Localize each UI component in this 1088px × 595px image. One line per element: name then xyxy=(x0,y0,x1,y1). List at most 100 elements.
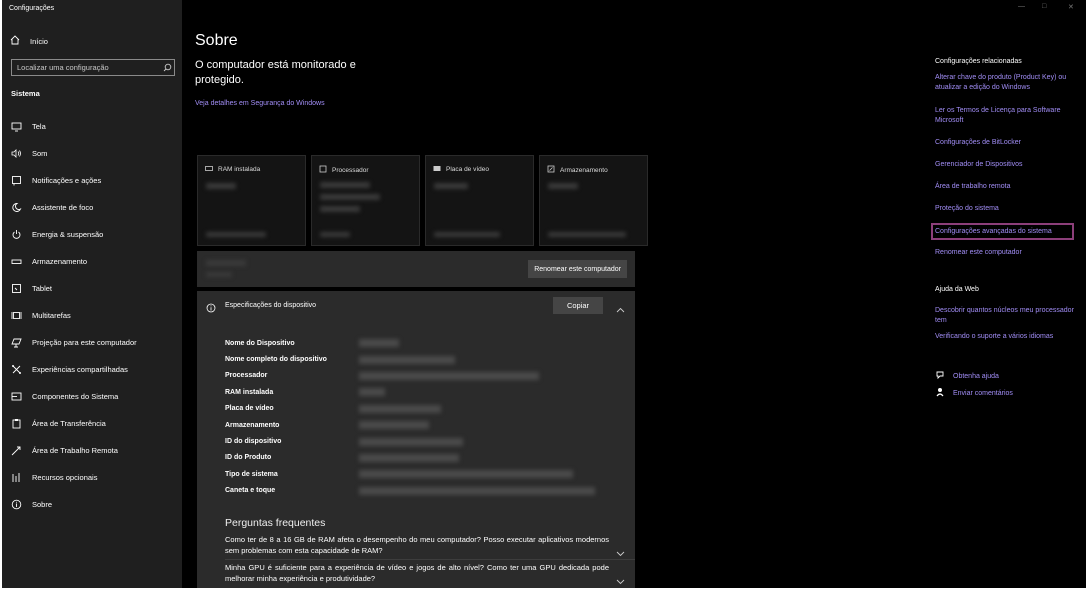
sidebar-item-experiencias[interactable]: Experiências compartilhadas xyxy=(2,356,182,383)
sidebar-item-label: Área de Trabalho Remota xyxy=(32,446,118,455)
spec-value-blurred xyxy=(359,371,539,380)
faq-question[interactable]: Como ter de 8 a 16 GB de RAM afeta o des… xyxy=(225,534,609,556)
sidebar-item-label: Multitarefas xyxy=(32,311,71,320)
ram-icon xyxy=(205,165,213,174)
spec-row: RAM instalada xyxy=(225,384,595,400)
spec-value-blurred xyxy=(359,453,459,462)
sidebar-item-tela[interactable]: Tela xyxy=(2,113,182,140)
web-help-title: Ajuda da Web xyxy=(935,286,979,293)
spec-label: RAM instalada xyxy=(225,388,274,396)
spec-row: ID do dispositivo xyxy=(225,433,595,449)
copy-button[interactable]: Copiar xyxy=(553,297,603,314)
info-icon xyxy=(206,300,216,318)
sidebar-item-som[interactable]: Som xyxy=(2,140,182,167)
specs-title: Especificações do dispositivo xyxy=(225,302,317,309)
get-help-link[interactable]: Obtenha ajuda xyxy=(935,370,999,382)
device-specs-panel: Especificações do dispositivo Copiar Nom… xyxy=(197,291,635,511)
spec-value-blurred xyxy=(359,437,463,446)
link-cores[interactable]: Descobrir quantos núcleos meu processado… xyxy=(935,306,1075,326)
home-label: Início xyxy=(30,36,48,46)
spec-row: Tipo de sistema xyxy=(225,466,595,482)
specs-header[interactable]: Especificações do dispositivo Copiar xyxy=(197,291,635,321)
spec-row: Placa de vídeo xyxy=(225,401,595,417)
gpu-icon xyxy=(433,165,441,174)
chevron-down-icon[interactable] xyxy=(616,572,625,588)
security-link[interactable]: Veja detalhes em Segurança do Windows xyxy=(195,100,325,107)
home-link[interactable]: Início xyxy=(10,35,48,47)
sidebar-item-label: Armazenamento xyxy=(32,257,88,266)
link-bitlocker[interactable]: Configurações de BitLocker xyxy=(935,138,1075,148)
minimize-icon[interactable]: — xyxy=(1018,3,1025,10)
sidebar-item-projecao[interactable]: Projeção para este computador xyxy=(2,329,182,356)
feedback-link[interactable]: Enviar comentários xyxy=(935,387,1013,399)
link-system-protection[interactable]: Proteção do sistema xyxy=(935,204,1075,214)
monitor-icon xyxy=(10,121,22,133)
faq-title: Perguntas frequentes xyxy=(225,517,326,529)
spec-value-blurred xyxy=(359,339,399,348)
search-icon[interactable] xyxy=(160,63,174,72)
help-label: Obtenha ajuda xyxy=(953,372,999,380)
app-title: Configurações xyxy=(9,5,55,12)
spec-label: Caneta e toque xyxy=(225,487,276,495)
sidebar-item-transferencia[interactable]: Área de Transferência xyxy=(2,410,182,437)
sidebar-item-label: Energia & suspensão xyxy=(32,230,104,239)
sidebar-item-multitarefas[interactable]: Multitarefas xyxy=(2,302,182,329)
power-icon xyxy=(10,229,22,241)
speaker-icon xyxy=(10,148,22,160)
spec-value-blurred xyxy=(359,421,429,430)
link-product-key[interactable]: Alterar chave do produto (Product Key) o… xyxy=(935,73,1075,93)
card-armazenamento: Armazenamento xyxy=(539,155,648,246)
section-title: Sistema xyxy=(11,89,40,98)
link-languages[interactable]: Verificando o suporte a vários idiomas xyxy=(935,332,1075,342)
search-input[interactable] xyxy=(12,63,160,72)
close-icon[interactable]: ✕ xyxy=(1068,3,1074,11)
link-remote-desktop[interactable]: Área de trabalho remota xyxy=(935,182,1075,192)
sidebar-item-remota[interactable]: Área de Trabalho Remota xyxy=(2,437,182,464)
sidebar-item-armazenamento[interactable]: Armazenamento xyxy=(2,248,182,275)
chevron-up-icon[interactable] xyxy=(616,300,625,318)
help-icon xyxy=(935,370,945,382)
spec-value-blurred xyxy=(359,470,573,479)
card-label: Placa de vídeo xyxy=(446,166,490,173)
spec-row: Nome do Dispositivo xyxy=(225,335,595,351)
sidebar-item-foco[interactable]: Assistente de foco xyxy=(2,194,182,221)
link-device-manager[interactable]: Gerenciador de Dispositivos xyxy=(935,160,1075,170)
clipboard-icon xyxy=(10,418,22,430)
device-name-blurred xyxy=(206,260,246,266)
maximize-icon[interactable]: □ xyxy=(1042,3,1046,10)
sidebar-item-label: Som xyxy=(32,149,48,158)
sidebar-item-label: Notificações e ações xyxy=(32,176,102,185)
search-box[interactable] xyxy=(11,59,175,76)
protection-status: O computador está monitorado e protegido… xyxy=(195,59,356,86)
sidebar-item-recursos[interactable]: Recursos opcionais xyxy=(2,464,182,491)
link-rename-computer[interactable]: Renomear este computador xyxy=(935,248,1075,258)
spec-row: Armazenamento xyxy=(225,417,595,433)
link-license-terms[interactable]: Ler os Termos de Licença para Software M… xyxy=(935,106,1075,126)
sidebar-item-label: Recursos opcionais xyxy=(32,473,98,482)
spec-label: Processador xyxy=(225,372,268,380)
link-advanced-settings[interactable]: Configurações avançadas do sistema xyxy=(935,227,1075,237)
multitask-icon xyxy=(10,310,22,322)
faq-question[interactable]: Minha GPU é suficiente para a experiênci… xyxy=(225,562,609,584)
notifications-icon xyxy=(10,175,22,187)
spec-value-blurred xyxy=(359,486,595,495)
sidebar-item-componentes[interactable]: Componentes do Sistema xyxy=(2,383,182,410)
spec-cards: RAM instalada Processador Placa de vídeo… xyxy=(197,155,648,246)
rename-computer-button[interactable]: Renomear este computador xyxy=(528,260,627,278)
remote-icon xyxy=(10,445,22,457)
sidebar-item-notificacoes[interactable]: Notificações e ações xyxy=(2,167,182,194)
info-icon xyxy=(10,499,22,511)
spec-label: Placa de vídeo xyxy=(225,405,274,413)
sidebar-item-label: Sobre xyxy=(32,500,53,509)
settings-window: — □ ✕ Configurações Início Sistema Tela … xyxy=(2,0,1086,588)
sidebar-item-energia[interactable]: Energia & suspensão xyxy=(2,221,182,248)
spec-label: ID do Produto xyxy=(225,454,272,462)
spec-label: Armazenamento xyxy=(225,421,280,429)
home-icon xyxy=(10,35,20,47)
sidebar-item-tablet[interactable]: Tablet xyxy=(2,275,182,302)
sidebar-item-label: Área de Transferência xyxy=(32,419,106,428)
main-content: Sobre O computador está monitorado e pro… xyxy=(195,0,648,588)
tablet-icon xyxy=(10,283,22,295)
sidebar-item-sobre[interactable]: Sobre xyxy=(2,491,182,518)
specs-list: Nome do Dispositivo Nome completo do dis… xyxy=(225,335,595,499)
